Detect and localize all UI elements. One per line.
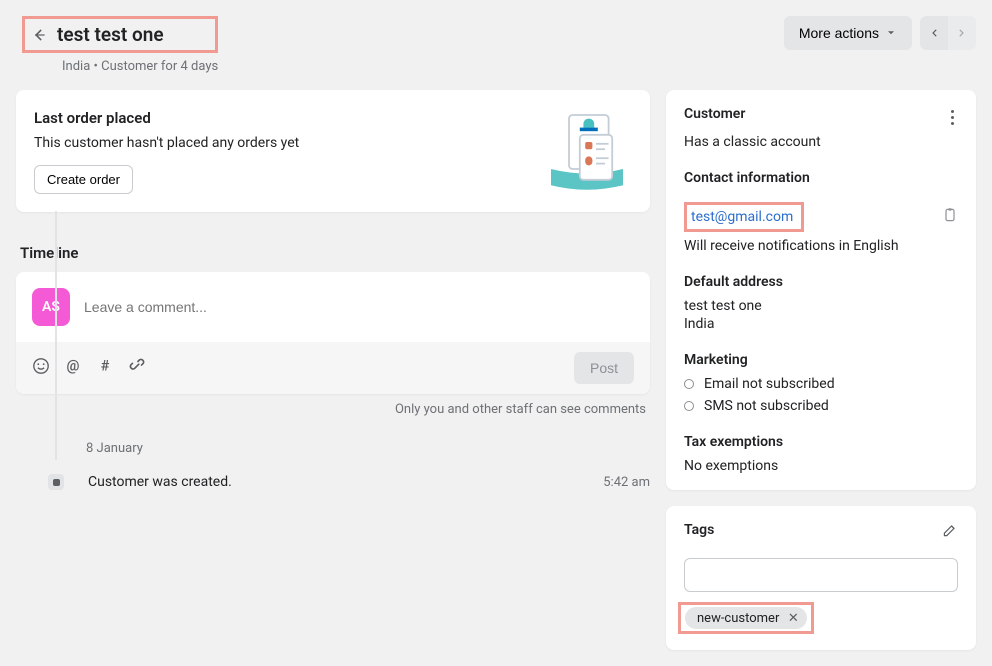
notification-language: Will receive notifications in English bbox=[684, 238, 958, 254]
back-arrow-icon[interactable] bbox=[31, 27, 47, 43]
create-order-button[interactable]: Create order bbox=[34, 165, 133, 194]
next-button[interactable] bbox=[948, 16, 976, 50]
chevron-down-icon bbox=[885, 27, 897, 39]
comment-input[interactable] bbox=[84, 299, 634, 315]
prev-button[interactable] bbox=[920, 16, 948, 50]
comments-privacy-note: Only you and other staff can see comment… bbox=[16, 402, 650, 417]
customer-card: Customer Has a classic account Contact i… bbox=[666, 90, 976, 490]
timeline-item-time: 5:42 am bbox=[603, 475, 650, 490]
tag-label: new-customer bbox=[697, 611, 779, 626]
edit-tags-icon[interactable] bbox=[942, 522, 958, 542]
customer-menu-icon[interactable] bbox=[947, 106, 958, 129]
timeline-dot-icon bbox=[48, 474, 64, 490]
page-header: test test one India • Customer for 4 day… bbox=[16, 0, 976, 90]
last-order-card: Last order placed This customer hasn't p… bbox=[16, 90, 650, 212]
customer-account-type: Has a classic account bbox=[684, 134, 958, 150]
customer-email-link[interactable]: test@gmail.com bbox=[691, 209, 793, 225]
tax-status: No exemptions bbox=[684, 458, 958, 474]
email-highlight: test@gmail.com bbox=[684, 202, 804, 232]
mention-icon[interactable]: @ bbox=[64, 357, 82, 379]
customer-heading: Customer bbox=[684, 106, 745, 122]
tags-heading: Tags bbox=[684, 522, 714, 538]
comment-box: AS @ # bbox=[16, 272, 650, 394]
hashtag-icon[interactable]: # bbox=[96, 357, 114, 379]
emoji-icon[interactable] bbox=[32, 357, 50, 379]
last-order-description: This customer hasn't placed any orders y… bbox=[34, 135, 299, 151]
copy-email-icon[interactable] bbox=[942, 207, 958, 227]
page-title: test test one bbox=[57, 23, 164, 46]
orders-illustration bbox=[542, 106, 632, 196]
link-icon[interactable] bbox=[128, 357, 146, 379]
more-actions-label: More actions bbox=[799, 25, 879, 41]
address-name: test test one bbox=[684, 298, 958, 314]
timeline-rail bbox=[55, 211, 57, 460]
status-circle-icon bbox=[684, 379, 694, 389]
tag-highlight: new-customer ✕ bbox=[678, 602, 814, 634]
svg-text:@: @ bbox=[67, 358, 80, 375]
address-heading: Default address bbox=[684, 274, 958, 290]
timeline-item-text: Customer was created. bbox=[88, 474, 232, 490]
timeline-date: 8 January bbox=[86, 441, 650, 456]
tags-card: Tags new-customer ✕ bbox=[666, 506, 976, 650]
last-order-title: Last order placed bbox=[34, 109, 299, 127]
tax-heading: Tax exemptions bbox=[684, 434, 958, 450]
tags-input[interactable] bbox=[684, 558, 958, 592]
contact-heading: Contact information bbox=[684, 170, 810, 186]
tag-chip: new-customer ✕ bbox=[685, 607, 807, 629]
sms-subscription-status: SMS not subscribed bbox=[684, 398, 958, 414]
timeline-heading: Timeline bbox=[16, 228, 650, 272]
more-actions-button[interactable]: More actions bbox=[784, 16, 912, 50]
address-country: India bbox=[684, 316, 958, 332]
chevron-right-icon bbox=[956, 27, 968, 39]
page-subtitle: India • Customer for 4 days bbox=[62, 59, 218, 74]
title-highlight: test test one bbox=[22, 16, 218, 53]
chevron-left-icon bbox=[928, 27, 940, 39]
avatar: AS bbox=[32, 288, 70, 326]
marketing-heading: Marketing bbox=[684, 352, 958, 368]
email-subscription-status: Email not subscribed bbox=[684, 376, 958, 392]
timeline-item: Customer was created. 5:42 am bbox=[48, 474, 650, 490]
svg-text:#: # bbox=[101, 358, 110, 375]
remove-tag-icon[interactable]: ✕ bbox=[785, 610, 801, 626]
post-button[interactable]: Post bbox=[574, 352, 634, 384]
status-circle-icon bbox=[684, 401, 694, 411]
timeline-list: 8 January Customer was created. 5:42 am bbox=[16, 441, 650, 490]
